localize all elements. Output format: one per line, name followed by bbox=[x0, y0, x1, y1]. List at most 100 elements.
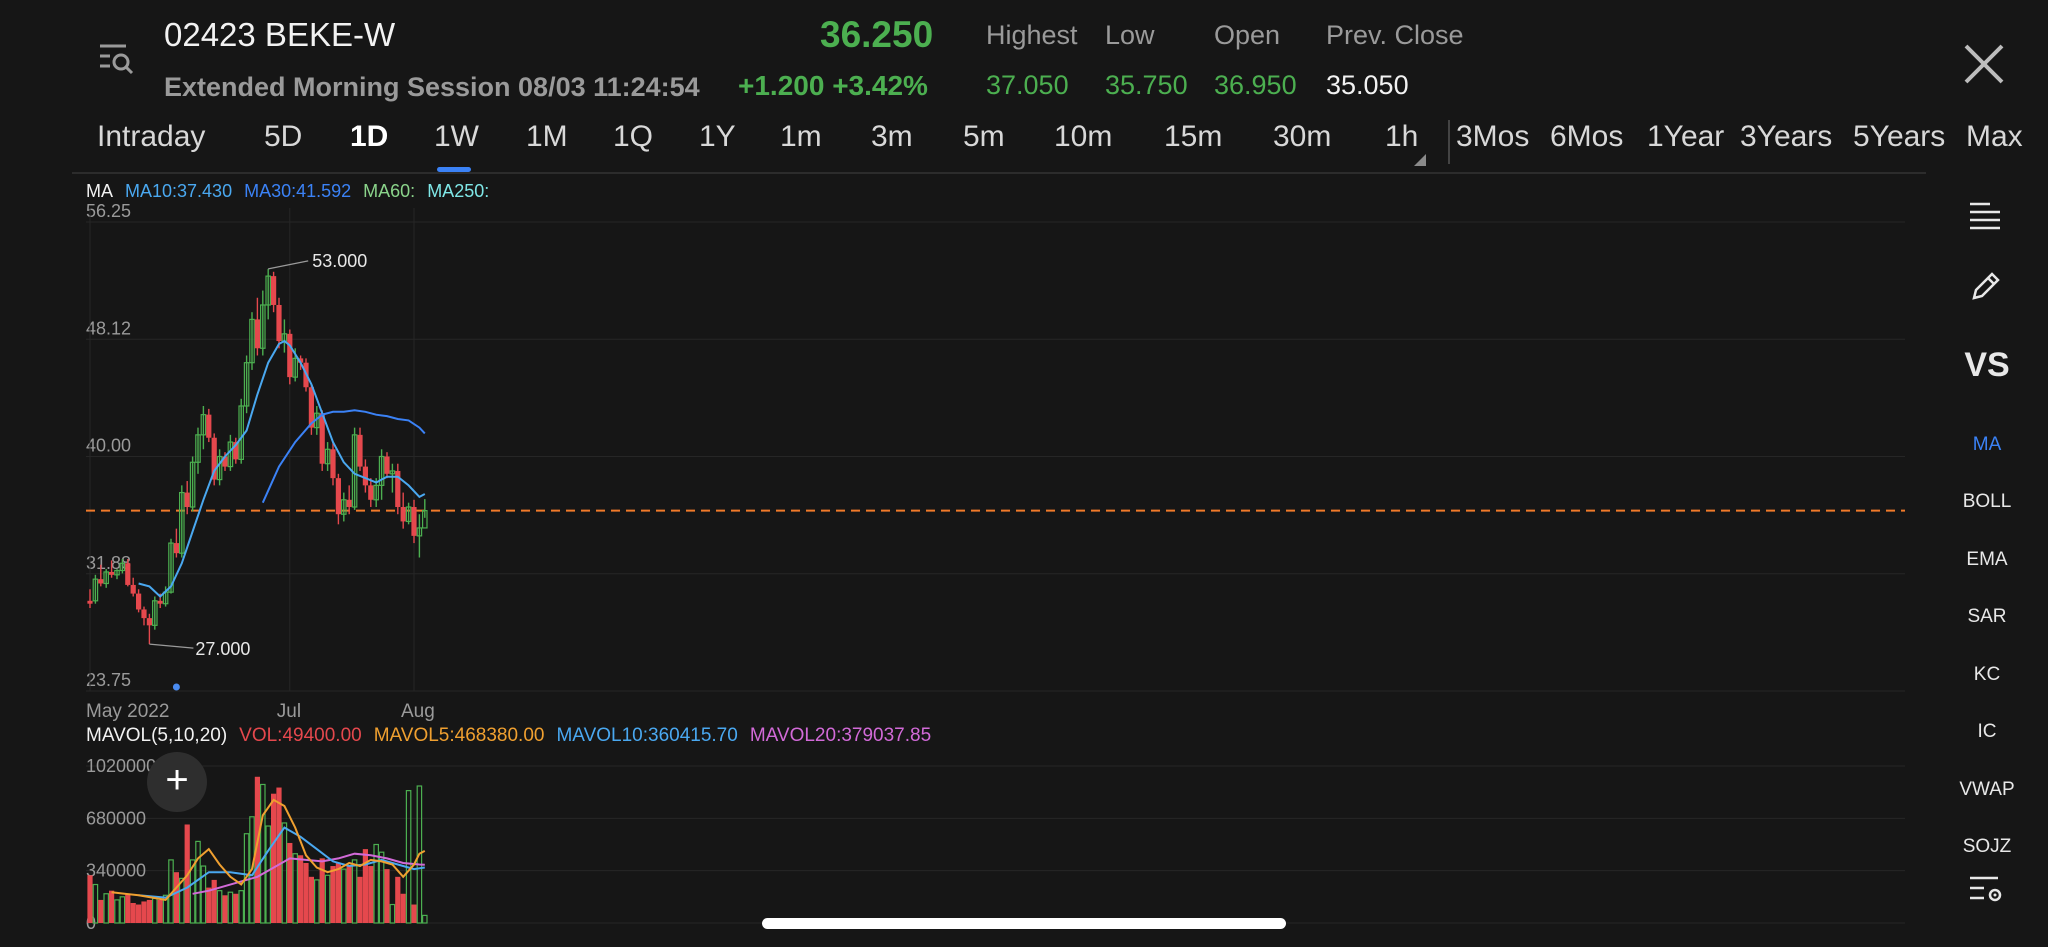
pencil-icon[interactable] bbox=[1970, 270, 2002, 302]
volume-bar bbox=[395, 876, 401, 923]
indicator-list-icon[interactable] bbox=[1968, 200, 2002, 230]
candle-body bbox=[384, 456, 390, 474]
volume-axis-label: 340000 bbox=[86, 861, 146, 881]
volume-bar bbox=[362, 849, 368, 923]
volume-bar bbox=[346, 866, 352, 923]
volume-bar bbox=[173, 872, 179, 923]
volume-bar bbox=[357, 876, 363, 923]
volume-bar bbox=[103, 893, 110, 924]
volume-bar bbox=[341, 868, 347, 924]
candle-body bbox=[184, 492, 190, 508]
candle-body bbox=[368, 485, 374, 500]
date-axis-label: May 2022 bbox=[86, 701, 169, 722]
volume-bar bbox=[87, 875, 93, 923]
candle-body bbox=[136, 593, 142, 610]
volume-bar bbox=[368, 866, 374, 923]
price-axis-label: 40.00 bbox=[86, 436, 131, 456]
candle-body bbox=[254, 319, 260, 349]
volume-bar bbox=[351, 859, 358, 924]
candle-body bbox=[125, 563, 131, 585]
candle-body bbox=[109, 571, 115, 575]
volume-bar bbox=[292, 853, 299, 924]
volume-bar bbox=[411, 904, 417, 923]
candle-body bbox=[287, 333, 293, 378]
candle-body bbox=[141, 609, 147, 619]
volume-bar bbox=[405, 790, 412, 924]
indicator-kc[interactable]: KC bbox=[1926, 664, 2048, 686]
indicator-ema[interactable]: EMA bbox=[1926, 549, 2048, 571]
high-annotation-line bbox=[268, 260, 309, 270]
low-annotation-line bbox=[149, 643, 194, 649]
low-annotation-label: 27.000 bbox=[195, 639, 250, 659]
indicator-ic[interactable]: IC bbox=[1926, 721, 2048, 743]
candle-body bbox=[130, 584, 136, 594]
volume-bar bbox=[141, 901, 147, 923]
candle-body bbox=[362, 466, 368, 486]
candle-body bbox=[157, 600, 163, 604]
volume-bar bbox=[308, 876, 314, 923]
date-axis-label: Aug bbox=[401, 701, 435, 722]
volume-bar bbox=[119, 896, 126, 924]
home-indicator bbox=[762, 918, 1286, 929]
candle-body bbox=[357, 434, 363, 467]
volume-bar bbox=[400, 893, 406, 923]
volume-bar bbox=[298, 855, 304, 923]
candle-body bbox=[400, 507, 406, 522]
volume-bar bbox=[422, 914, 428, 924]
volume-axis-label: 680000 bbox=[86, 808, 146, 828]
volume-bar bbox=[216, 890, 223, 924]
volume-bar bbox=[227, 891, 234, 924]
volume-bar bbox=[222, 895, 228, 923]
date-axis-label: Jul bbox=[277, 701, 301, 722]
volume-bar bbox=[136, 904, 142, 923]
volume-bar bbox=[324, 874, 331, 924]
volume-bar bbox=[314, 879, 320, 924]
candle-body bbox=[411, 507, 417, 536]
volume-bar bbox=[206, 887, 212, 923]
volume-bar bbox=[330, 866, 336, 923]
candle-body bbox=[346, 499, 352, 508]
volume-bar bbox=[303, 862, 309, 923]
candle-body bbox=[206, 414, 212, 438]
volume-bar bbox=[281, 822, 288, 924]
volume-bar bbox=[130, 902, 136, 923]
volume-bar bbox=[98, 899, 104, 923]
volume-bar bbox=[157, 899, 163, 923]
volume-bar bbox=[265, 825, 272, 924]
candle-body bbox=[271, 276, 277, 305]
candle-body bbox=[330, 449, 336, 479]
volume-bar bbox=[276, 787, 282, 923]
volume-bar bbox=[125, 893, 131, 923]
candle-body bbox=[173, 543, 179, 554]
volume-bar bbox=[389, 903, 396, 924]
volume-bar bbox=[271, 793, 277, 923]
candle-body bbox=[98, 579, 104, 584]
volume-bar bbox=[238, 890, 245, 924]
indicator-sar[interactable]: SAR bbox=[1926, 606, 2048, 628]
volume-bar bbox=[114, 899, 120, 924]
high-annotation-label: 53.000 bbox=[312, 251, 367, 271]
volume-bar bbox=[152, 897, 158, 924]
volume-bar bbox=[211, 879, 217, 923]
indicator-sojz[interactable]: SOJZ bbox=[1926, 836, 2048, 852]
volume-axis-label: 1020000 bbox=[86, 756, 156, 776]
indicator-vwap[interactable]: VWAP bbox=[1926, 779, 2048, 801]
candle-body bbox=[146, 618, 152, 626]
candle-body bbox=[276, 304, 282, 342]
volume-bar bbox=[260, 783, 266, 924]
indicator-boll[interactable]: BOLL bbox=[1926, 491, 2048, 513]
volume-bar bbox=[384, 869, 390, 923]
volume-bar bbox=[233, 893, 239, 923]
volume-bar bbox=[287, 842, 293, 923]
price-axis-label: 23.75 bbox=[86, 670, 131, 690]
indicator-ma[interactable]: MA bbox=[1926, 434, 2048, 456]
price-volume-chart[interactable]: 56.2548.1240.0031.8823.75May 2022 Jul Aug5… bbox=[0, 0, 2048, 947]
add-indicator-button[interactable]: + bbox=[147, 752, 207, 812]
volume-bar bbox=[179, 877, 185, 924]
price-axis-label: 56.25 bbox=[86, 201, 131, 221]
event-marker bbox=[172, 683, 180, 691]
volume-bar bbox=[109, 890, 115, 923]
candle-body bbox=[87, 600, 93, 604]
indicator-settings-icon[interactable] bbox=[1968, 874, 2004, 906]
vs-compare-button[interactable]: VS bbox=[1926, 346, 2048, 385]
